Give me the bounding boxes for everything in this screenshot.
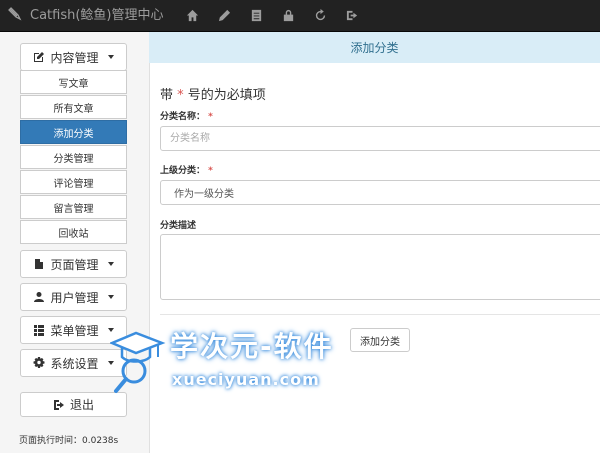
parent-category-selected: 作为一级分类 [174, 189, 234, 200]
caret-down-icon [107, 328, 114, 332]
menu-content-management[interactable]: 内容管理 [20, 43, 127, 71]
sidebar-item-message-management[interactable]: 留言管理 [20, 195, 127, 219]
list-button[interactable] [240, 0, 272, 31]
caret-down-icon [107, 262, 114, 266]
caret-down-icon [107, 361, 114, 365]
add-category-button[interactable]: 添加分类 [350, 328, 410, 352]
main-content: 添加分类 带 * 号的为必填项 分类名称： * 上级分类： * 作为一级分类 分… [149, 32, 600, 453]
brand-title: Catfish(鲶鱼)管理中心 [30, 8, 164, 23]
required-asterisk: * [177, 88, 184, 103]
sidebar-item-category-management[interactable]: 分类管理 [20, 145, 127, 169]
menu-label: 页面管理 [50, 257, 99, 272]
menu-label: 内容管理 [50, 50, 99, 65]
menu-user-management[interactable]: 用户管理 [20, 283, 127, 311]
refresh-button[interactable] [304, 0, 336, 31]
category-name-label: 分类名称： * [160, 109, 213, 122]
sidebar-item-recycle-bin[interactable]: 回收站 [20, 220, 127, 244]
th-list-icon [33, 324, 45, 336]
cog-icon [33, 357, 45, 369]
menu-system-settings[interactable]: 系统设置 [20, 349, 127, 377]
list-alt-icon [251, 9, 261, 22]
home-button[interactable] [176, 0, 208, 31]
category-description-textarea[interactable] [160, 234, 600, 300]
caret-down-icon [107, 55, 114, 59]
brand[interactable]: Catfish(鲶鱼)管理中心 [8, 0, 164, 31]
required-asterisk: * [208, 112, 213, 122]
logout-label: 退出 [69, 398, 94, 412]
logout-button[interactable] [336, 0, 368, 31]
menu-label: 系统设置 [50, 356, 99, 371]
required-note-prefix: 带 [160, 88, 174, 103]
sidebar-logout-button[interactable]: 退出 [20, 392, 127, 417]
parent-category-label: 上级分类： * [160, 163, 213, 176]
file-icon [33, 258, 45, 270]
execution-time: 页面执行时间：0.0238s [19, 436, 119, 446]
catfish-logo-icon [8, 7, 22, 21]
logout-icon [53, 399, 65, 411]
form-required-note: 带 * 号的为必填项 [160, 84, 266, 103]
menu-label: 菜单管理 [50, 323, 99, 338]
sidebar-item-comment-management[interactable]: 评论管理 [20, 170, 127, 194]
parent-category-select[interactable]: 作为一级分类 [160, 180, 600, 205]
parent-category-label-text: 上级分类： [160, 166, 206, 176]
lock-button[interactable] [272, 0, 304, 31]
lock-icon [283, 9, 293, 22]
category-description-label: 分类描述 [160, 218, 196, 231]
edit-icon [33, 51, 45, 63]
sidebar-item-all-articles[interactable]: 所有文章 [20, 95, 127, 119]
caret-down-icon [107, 295, 114, 299]
user-icon [33, 291, 45, 303]
panel-title: 添加分类 [350, 41, 399, 55]
menu-menu-management[interactable]: 菜单管理 [20, 316, 127, 344]
sidebar-item-write-article[interactable]: 写文章 [20, 70, 127, 94]
top-navbar: Catfish(鲶鱼)管理中心 [0, 0, 600, 32]
refresh-icon [315, 9, 325, 21]
pencil-icon [218, 9, 230, 22]
logout-icon [346, 10, 357, 21]
write-button[interactable] [208, 0, 240, 31]
panel-heading: 添加分类 [149, 32, 600, 63]
category-description-label-text: 分类描述 [160, 221, 197, 231]
category-name-label-text: 分类名称： [160, 112, 206, 122]
home-icon [186, 9, 198, 22]
form-divider [160, 314, 600, 315]
sidebar-item-add-category[interactable]: 添加分类 [20, 120, 127, 144]
category-name-input[interactable] [160, 126, 600, 151]
required-asterisk: * [208, 166, 213, 176]
menu-page-management[interactable]: 页面管理 [20, 250, 127, 278]
menu-label: 用户管理 [50, 290, 99, 305]
required-note-suffix: 号的为必填项 [187, 88, 266, 103]
